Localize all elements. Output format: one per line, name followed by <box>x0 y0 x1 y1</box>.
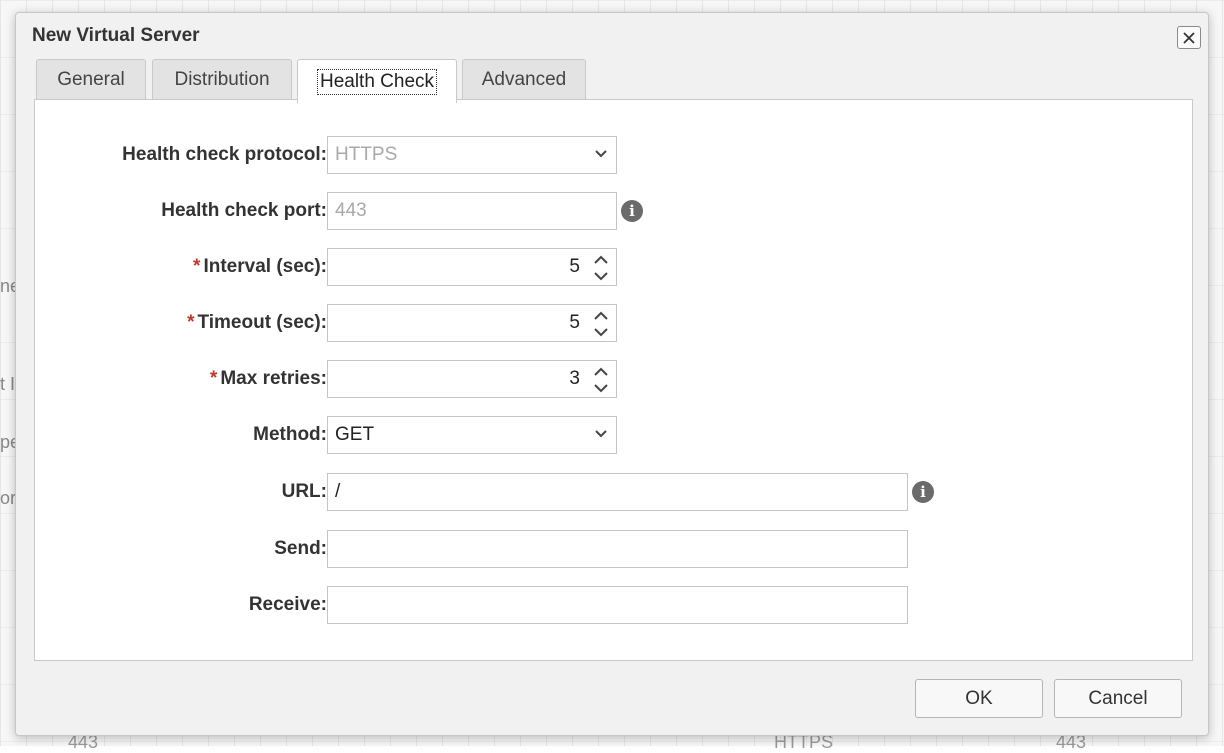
chevron-down-icon <box>594 328 608 337</box>
url-input[interactable]: / <box>327 473 908 511</box>
interval-row: * Interval (sec): 5 <box>35 248 1194 286</box>
method-row: Method: GET <box>35 416 1194 454</box>
url-label: URL: <box>281 481 327 502</box>
url-row: URL: / i <box>35 473 1194 511</box>
port-row: Health check port: 443 i <box>35 192 1194 230</box>
interval-label-text: Interval (sec): <box>203 256 327 277</box>
health-check-panel: Health check protocol: HTTPS Health chec… <box>34 99 1193 661</box>
tab-advanced[interactable]: Advanced <box>462 59 586 100</box>
send-row: Send: <box>35 530 1194 568</box>
timeout-stepper[interactable]: 5 <box>327 304 617 342</box>
url-value: / <box>335 481 341 502</box>
stepper-arrows[interactable] <box>593 366 609 394</box>
tab-general[interactable]: General <box>36 59 146 100</box>
send-label: Send: <box>274 538 327 559</box>
max-retries-stepper[interactable]: 3 <box>327 360 617 398</box>
tab-label: Advanced <box>481 69 567 90</box>
close-button[interactable] <box>1177 26 1201 49</box>
port-placeholder: 443 <box>335 200 367 221</box>
max-retries-value: 3 <box>569 368 580 389</box>
chevron-up-icon <box>594 367 608 376</box>
port-input[interactable]: 443 <box>327 192 617 230</box>
stepper-arrows[interactable] <box>593 310 609 338</box>
timeout-label-text: Timeout (sec): <box>197 312 327 333</box>
new-virtual-server-dialog: New Virtual Server General Distribution … <box>15 12 1209 736</box>
required-marker: * <box>209 368 218 389</box>
receive-input[interactable] <box>327 586 908 624</box>
protocol-value: HTTPS <box>335 144 398 165</box>
receive-row: Receive: <box>35 586 1194 624</box>
protocol-label: Health check protocol: <box>122 144 327 165</box>
max-retries-label: * Max retries: <box>210 360 327 398</box>
stepper-arrows[interactable] <box>593 254 609 282</box>
chevron-up-icon <box>594 311 608 320</box>
timeout-label: * Timeout (sec): <box>187 304 327 342</box>
background-fragment: or <box>0 488 17 508</box>
tab-label: Health Check <box>316 68 438 95</box>
max-retries-label-text: Max retries: <box>220 368 327 389</box>
timeout-row: * Timeout (sec): 5 <box>35 304 1194 342</box>
chevron-down-icon <box>595 150 607 158</box>
chevron-down-icon <box>595 430 607 438</box>
chevron-up-icon <box>594 255 608 264</box>
method-label: Method: <box>253 424 327 445</box>
interval-value: 5 <box>569 256 580 277</box>
interval-label: * Interval (sec): <box>193 248 327 286</box>
tab-distribution[interactable]: Distribution <box>152 59 292 100</box>
protocol-row: Health check protocol: HTTPS <box>35 136 1194 174</box>
cancel-button[interactable]: Cancel <box>1054 679 1182 718</box>
close-icon <box>1183 31 1195 44</box>
method-select[interactable]: GET <box>327 416 617 454</box>
chevron-down-icon <box>594 384 608 393</box>
required-marker: * <box>187 312 195 333</box>
tab-label: Distribution <box>174 69 270 90</box>
method-value: GET <box>335 424 375 445</box>
send-input[interactable] <box>327 530 908 568</box>
receive-label: Receive: <box>248 594 327 615</box>
info-icon[interactable]: i <box>912 481 934 503</box>
info-icon[interactable]: i <box>621 200 643 222</box>
chevron-down-icon <box>594 272 608 281</box>
protocol-select[interactable]: HTTPS <box>327 136 617 174</box>
required-marker: * <box>193 256 201 277</box>
max-retries-row: * Max retries: 3 <box>35 360 1194 398</box>
timeout-value: 5 <box>569 312 580 333</box>
ok-button[interactable]: OK <box>915 679 1043 718</box>
dialog-title: New Virtual Server <box>32 25 200 46</box>
interval-stepper[interactable]: 5 <box>327 248 617 286</box>
port-label: Health check port: <box>161 200 327 221</box>
tab-label: General <box>57 69 125 90</box>
tab-health-check[interactable]: Health Check <box>297 59 457 103</box>
